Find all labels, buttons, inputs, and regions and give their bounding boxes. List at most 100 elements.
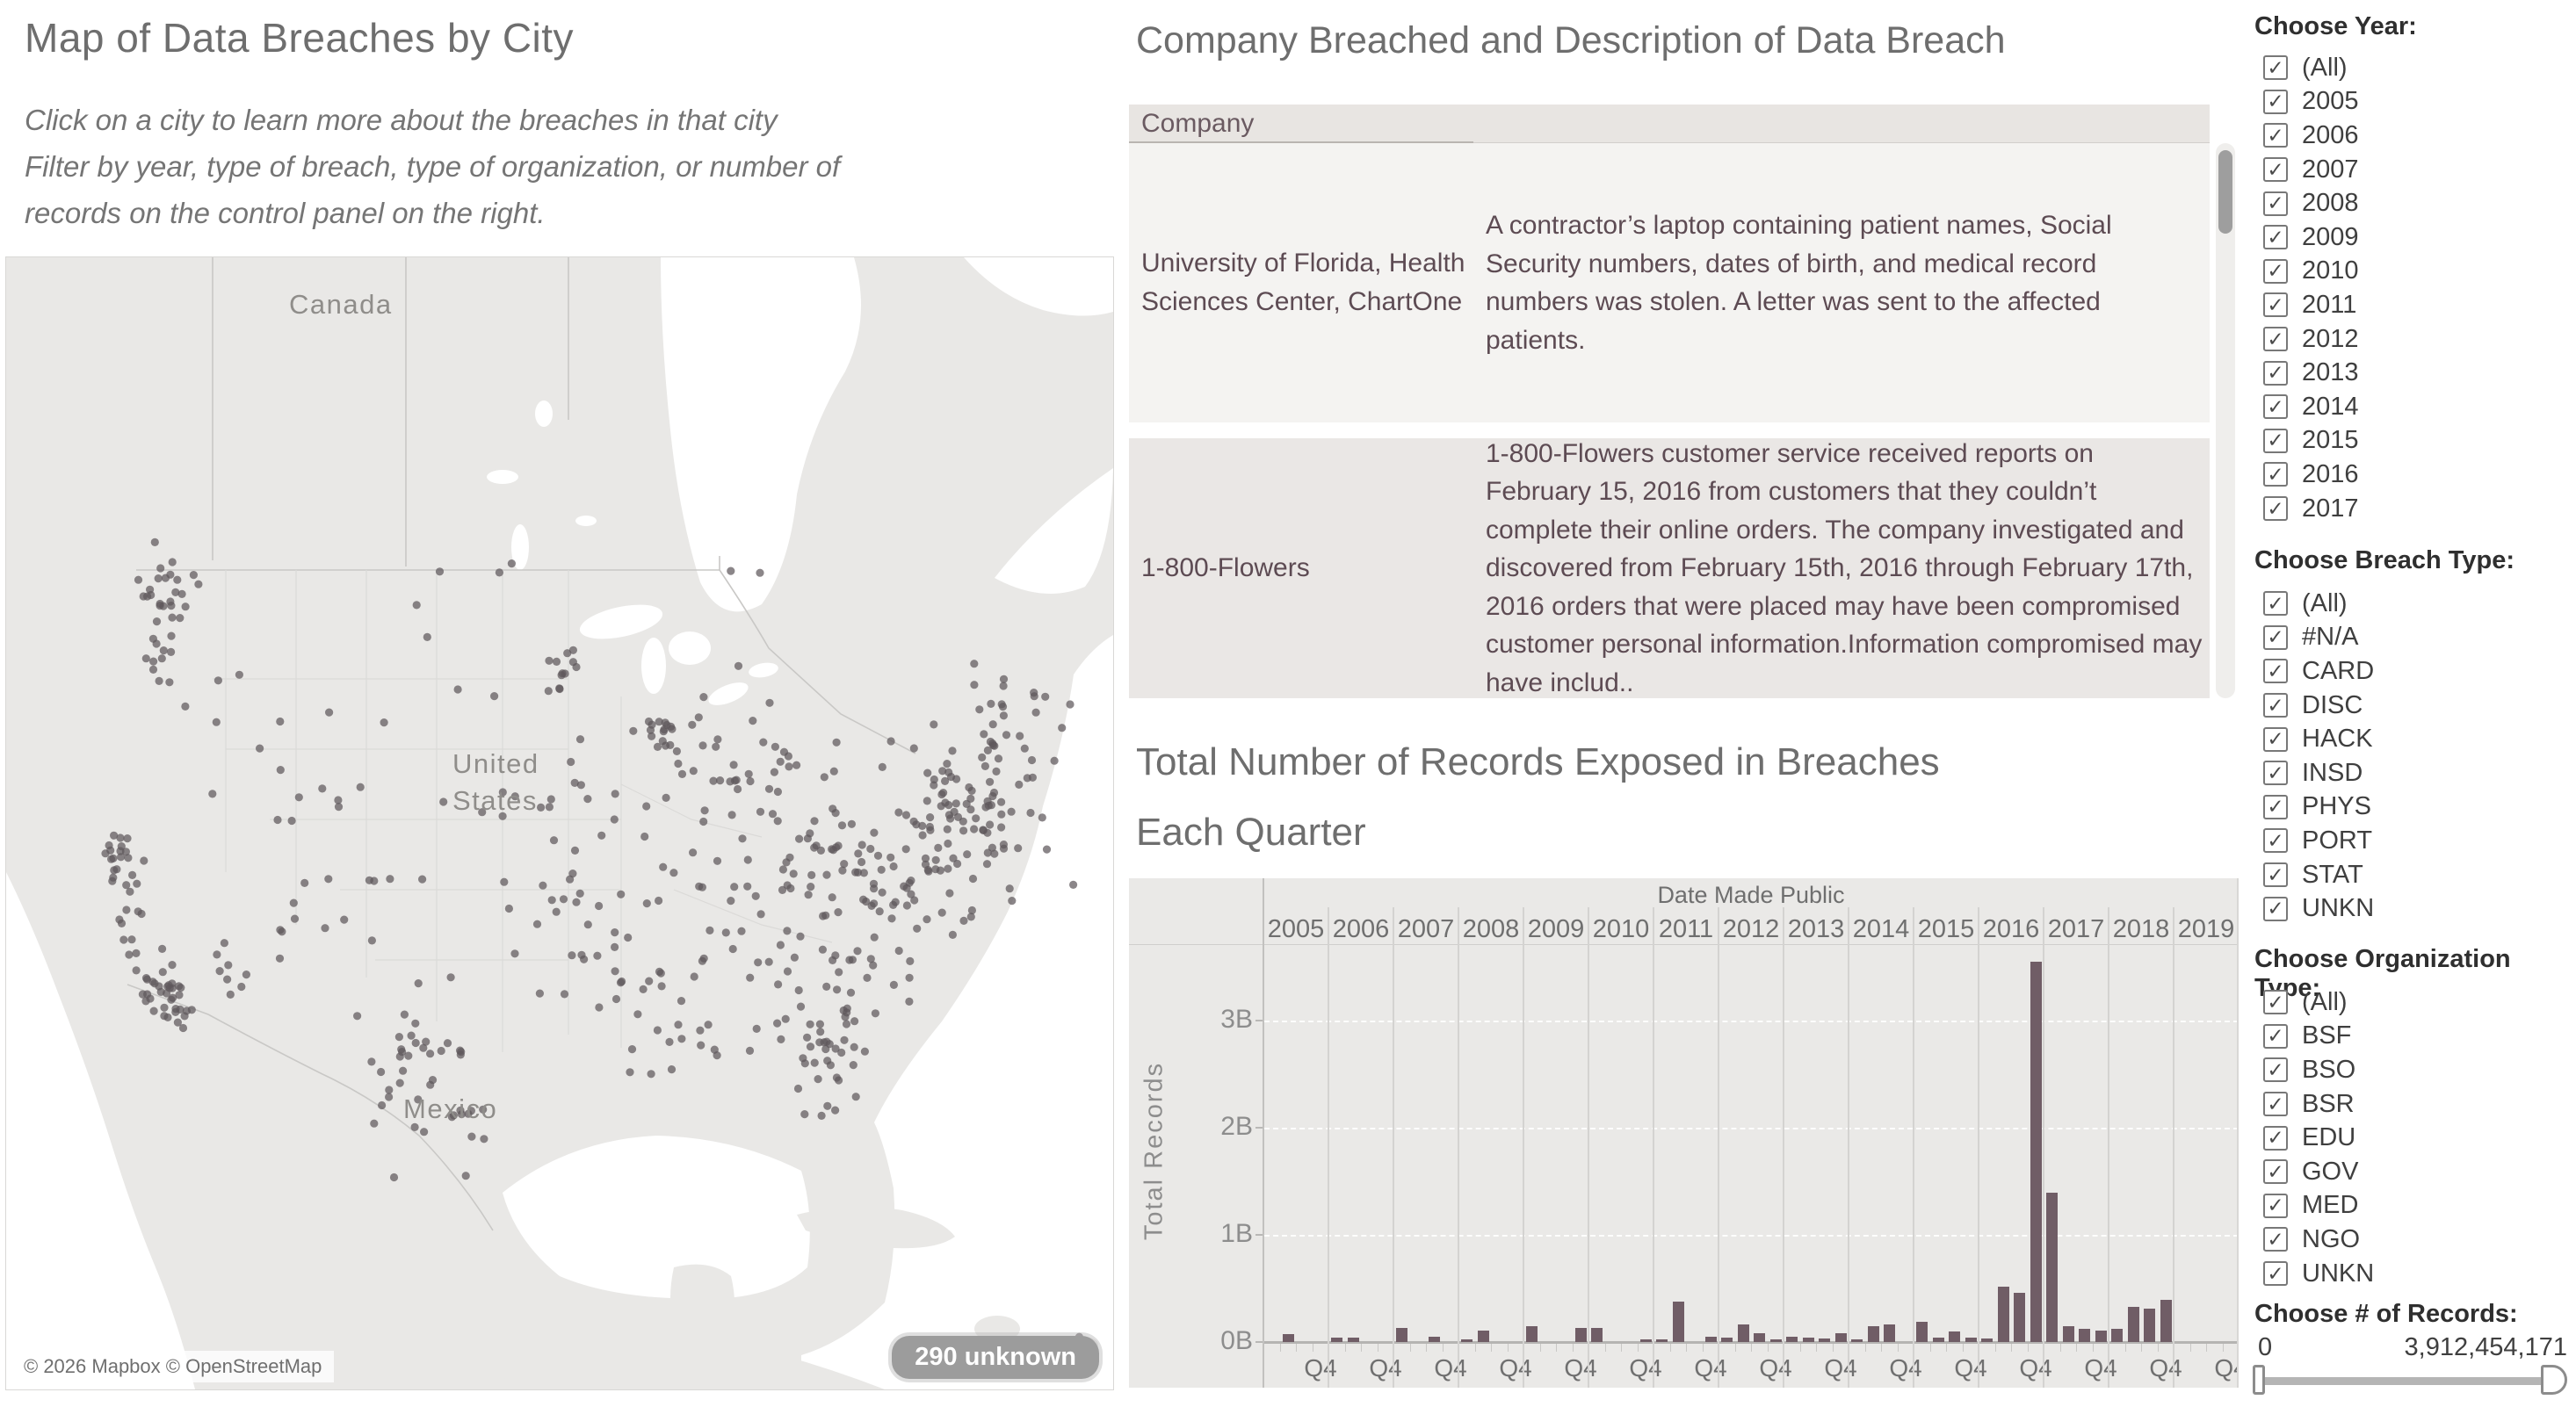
city-dot[interactable]	[906, 974, 914, 982]
checkbox-checked-icon[interactable]	[2263, 897, 2288, 921]
checkbox-checked-icon[interactable]	[2263, 90, 2288, 114]
filter-option-2016[interactable]: 2016	[2254, 458, 2571, 492]
city-dot[interactable]	[408, 1032, 416, 1040]
city-dot[interactable]	[318, 784, 326, 792]
city-dot[interactable]	[178, 590, 186, 598]
city-dot[interactable]	[612, 995, 620, 1003]
city-dot[interactable]	[952, 799, 960, 807]
breach-city-map[interactable]: Canada United States Mexico © 2026 Mapbo…	[5, 256, 1114, 1390]
bar-2009-q1[interactable]	[1526, 1326, 1538, 1342]
city-dot[interactable]	[866, 845, 874, 853]
city-dot[interactable]	[970, 681, 978, 689]
city-dot[interactable]	[944, 826, 952, 833]
city-dot[interactable]	[640, 833, 648, 841]
city-dot[interactable]	[765, 958, 773, 966]
city-dot[interactable]	[800, 1110, 808, 1118]
city-dot[interactable]	[490, 692, 498, 700]
city-dot[interactable]	[890, 981, 898, 989]
checkbox-checked-icon[interactable]	[2263, 761, 2288, 785]
table-scrollbar[interactable]	[2216, 143, 2235, 698]
city-dot[interactable]	[158, 945, 166, 953]
city-dot[interactable]	[807, 1021, 814, 1028]
city-dot[interactable]	[572, 898, 580, 906]
city-dot[interactable]	[924, 866, 932, 874]
filter-option--all-[interactable]: (All)	[2254, 587, 2571, 621]
city-dot[interactable]	[106, 847, 114, 855]
city-dot[interactable]	[365, 877, 373, 884]
filter-option-stat[interactable]: STAT	[2254, 858, 2571, 892]
city-dot[interactable]	[727, 897, 734, 905]
city-dot[interactable]	[208, 790, 216, 797]
bar-2015-q4[interactable]	[1965, 1338, 1977, 1342]
city-dot[interactable]	[235, 671, 243, 679]
city-dot[interactable]	[729, 945, 737, 953]
bar-2013-q1[interactable]	[1786, 1337, 1798, 1342]
checkbox-checked-icon[interactable]	[2263, 55, 2288, 80]
city-dot[interactable]	[673, 747, 681, 755]
city-dot[interactable]	[822, 1038, 830, 1046]
bar-2015-q1[interactable]	[1916, 1322, 1928, 1342]
city-dot[interactable]	[677, 997, 685, 1005]
table-row[interactable]: University of Florida, Health Sciences C…	[1129, 143, 2210, 422]
city-dot[interactable]	[420, 1128, 428, 1136]
quarterly-bar-chart[interactable]: Date Made Public Total Records 0B1B2B3B2…	[1129, 878, 2239, 1388]
city-dot[interactable]	[576, 735, 584, 743]
city-dot[interactable]	[804, 834, 812, 842]
bar-2018-q3[interactable]	[2144, 1309, 2155, 1342]
city-dot[interactable]	[1043, 846, 1051, 854]
city-dot[interactable]	[807, 883, 814, 891]
city-dot[interactable]	[276, 718, 284, 725]
city-dot[interactable]	[835, 1076, 843, 1084]
city-dot[interactable]	[545, 687, 553, 695]
city-dot[interactable]	[119, 935, 127, 943]
city-dot[interactable]	[583, 795, 591, 803]
city-dot[interactable]	[830, 768, 838, 776]
city-dot[interactable]	[970, 660, 978, 667]
bar-2014-q1[interactable]	[1851, 1339, 1863, 1342]
city-dot[interactable]	[870, 884, 878, 892]
city-dot[interactable]	[989, 720, 997, 728]
city-dot[interactable]	[547, 795, 555, 803]
city-dot[interactable]	[706, 927, 713, 934]
city-dot[interactable]	[713, 735, 721, 743]
city-dot[interactable]	[937, 790, 945, 798]
city-dot[interactable]	[109, 855, 117, 862]
city-dot[interactable]	[876, 907, 884, 915]
city-dot[interactable]	[822, 983, 830, 991]
bar-2018-q2[interactable]	[2128, 1307, 2139, 1342]
filter-option-insd[interactable]: INSD	[2254, 756, 2571, 790]
city-dot[interactable]	[150, 1007, 158, 1015]
city-dot[interactable]	[1026, 809, 1034, 817]
city-dot[interactable]	[695, 883, 703, 891]
city-dot[interactable]	[667, 723, 675, 731]
city-dot[interactable]	[340, 916, 348, 924]
city-dot[interactable]	[995, 754, 1002, 762]
city-dot[interactable]	[617, 891, 625, 898]
filter-option-unkn[interactable]: UNKN	[2254, 891, 2571, 926]
city-dot[interactable]	[997, 823, 1005, 831]
city-dot[interactable]	[833, 739, 841, 747]
bar-2015-q3[interactable]	[1949, 1331, 1960, 1342]
city-dot[interactable]	[746, 1047, 754, 1055]
city-dot[interactable]	[923, 769, 931, 777]
filter-option-unkn[interactable]: UNKN	[2254, 1257, 2571, 1291]
checkbox-checked-icon[interactable]	[2263, 462, 2288, 487]
city-dot[interactable]	[593, 952, 601, 960]
city-dot[interactable]	[967, 913, 975, 920]
checkbox-checked-icon[interactable]	[2263, 191, 2288, 216]
city-dot[interactable]	[959, 826, 967, 834]
bar-2013-q3[interactable]	[1819, 1338, 1830, 1342]
city-dot[interactable]	[153, 617, 161, 625]
city-dot[interactable]	[992, 768, 1000, 776]
city-dot[interactable]	[149, 658, 157, 666]
city-dot[interactable]	[242, 970, 250, 978]
city-dot[interactable]	[949, 855, 957, 862]
checkbox-checked-icon[interactable]	[2263, 1261, 2288, 1286]
city-dot[interactable]	[818, 1112, 826, 1120]
city-dot[interactable]	[795, 986, 803, 994]
city-dot[interactable]	[390, 1173, 398, 1181]
city-dot[interactable]	[418, 876, 426, 884]
city-dot[interactable]	[122, 881, 130, 889]
city-dot[interactable]	[872, 1009, 879, 1017]
city-dot[interactable]	[677, 1035, 685, 1043]
